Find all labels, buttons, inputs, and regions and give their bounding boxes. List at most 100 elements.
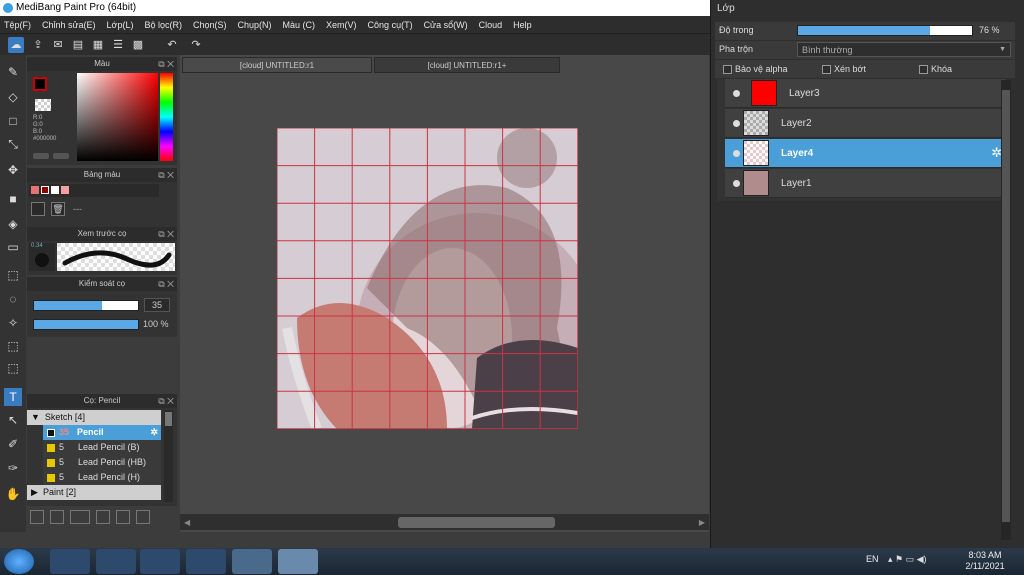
menu-window[interactable]: Cửa sổ(W) (424, 20, 468, 30)
menu-edit[interactable]: Chỉnh sửa(E) (42, 20, 96, 30)
hue-slider[interactable] (160, 73, 173, 161)
color-mode-button[interactable] (33, 153, 49, 159)
app-green-icon[interactable] (186, 549, 226, 574)
clipping-checkbox[interactable] (822, 65, 831, 74)
lock-checkbox[interactable] (919, 65, 928, 74)
medibang-taskbar-icon[interactable] (278, 549, 318, 574)
close-icon[interactable]: ⧉ ✕ (158, 57, 174, 71)
primary-color-swatch[interactable] (33, 77, 47, 91)
brush-list-scrollbar[interactable] (164, 410, 173, 502)
palette-swatch[interactable] (51, 186, 59, 194)
media-player-icon[interactable] (140, 549, 180, 574)
menu-layer[interactable]: Lớp(L) (107, 20, 134, 30)
brush-tool-icon[interactable]: ✎ (4, 63, 22, 81)
eyedropper-icon[interactable]: ✐ (4, 435, 22, 453)
layer-row-layer3[interactable]: Layer3 (725, 79, 1006, 108)
menu-select[interactable]: Chọn(S) (193, 20, 227, 30)
layer-opacity-slider[interactable] (797, 25, 973, 36)
brush-item[interactable]: 5 Lead Pencil (HB) (43, 455, 161, 470)
select-eraser-icon[interactable]: ⬚ (4, 359, 22, 377)
folder-icon[interactable] (116, 510, 130, 524)
new-brush-icon[interactable] (50, 510, 64, 524)
scrollbar-thumb[interactable] (398, 517, 555, 528)
palette-swatch[interactable] (41, 186, 49, 194)
cloud-upload-icon[interactable] (30, 510, 44, 524)
page-icon[interactable]: ▦ (90, 37, 106, 53)
eye-icon[interactable] (733, 90, 740, 97)
gear-icon[interactable]: ✲ (150, 425, 158, 440)
scroll-right-icon[interactable]: ▶ (699, 518, 705, 527)
ie-icon[interactable] (50, 549, 90, 574)
magic-wand-icon[interactable]: ✧ (4, 314, 22, 332)
layers-scrollbar[interactable] (1001, 80, 1011, 540)
text-tool-icon[interactable]: T (4, 388, 22, 406)
canvas-artwork[interactable] (277, 128, 578, 429)
rectangle-tool-icon[interactable]: □ (4, 112, 22, 130)
dot-tool-icon[interactable]: ⤡ (4, 135, 22, 153)
brush-group-sketch[interactable]: ▼ Sketch [4] (27, 410, 161, 425)
saturation-value-picker[interactable] (77, 73, 158, 161)
menu-file[interactable]: Tệp(F) (4, 20, 31, 30)
close-icon[interactable]: ⧉ ✕ (158, 168, 174, 182)
brush-group-paint[interactable]: ▶ Paint [2] (27, 485, 161, 500)
fill-rect-tool-icon[interactable]: ■ (4, 190, 22, 208)
horizontal-scrollbar[interactable]: ◀ ▶ (180, 514, 709, 530)
brush-opacity-slider[interactable] (33, 319, 139, 330)
undo-icon[interactable]: ↶ (164, 37, 180, 53)
tab-document-1[interactable]: [cloud] UNTITLED:r1 (182, 57, 372, 73)
delete-palette-icon[interactable]: 🗑 (51, 202, 65, 216)
grid-icon[interactable]: ▩ (130, 37, 146, 53)
lasso-icon[interactable]: ◌ (4, 290, 22, 308)
operation-tool-icon[interactable]: ↖ (4, 411, 22, 429)
close-icon[interactable]: ⧉ ✕ (158, 394, 174, 408)
eye-icon[interactable] (733, 120, 740, 127)
gradient-tool-icon[interactable]: ▭ (4, 238, 22, 256)
dropper-icon[interactable]: ✑ (4, 459, 22, 477)
menu-color[interactable]: Màu (C) (283, 20, 316, 30)
cloud-icon[interactable]: ☁ (8, 37, 24, 53)
bucket-tool-icon[interactable]: ◈ (4, 215, 22, 233)
duplicate-icon[interactable] (136, 510, 150, 524)
list-icon[interactable]: ☰ (110, 37, 126, 53)
language-indicator[interactable]: EN (866, 554, 879, 564)
clock[interactable]: 8:03 AM 2/11/2021 (960, 550, 1010, 572)
layer-row-layer1[interactable]: Layer1 (725, 169, 1006, 198)
eye-icon[interactable] (733, 180, 740, 187)
close-icon[interactable]: ⧉ ✕ (158, 277, 174, 291)
color-mode-button-2[interactable] (53, 153, 69, 159)
menu-capture[interactable]: Chụp(N) (238, 20, 272, 30)
palette-swatch[interactable] (31, 186, 39, 194)
tray-icons[interactable]: ▴ ⚑ ▭ ◀) (888, 554, 927, 565)
close-icon[interactable]: ⧉ ✕ (158, 227, 174, 241)
chrome-icon[interactable] (232, 549, 272, 574)
palette-swatch[interactable] (61, 186, 69, 194)
add-brush-dropdown-icon[interactable] (70, 510, 90, 524)
protect-alpha-checkbox[interactable] (723, 65, 732, 74)
brush-item[interactable]: 5 Lead Pencil (H) (43, 470, 161, 485)
brush-size-slider[interactable] (33, 300, 139, 311)
upload-icon[interactable]: ⇪ (30, 37, 46, 53)
brush-item[interactable]: 5 Lead Pencil (B) (43, 440, 161, 455)
menu-tools[interactable]: Công cụ(T) (368, 20, 413, 30)
blend-mode-select[interactable]: Bình thường ▼ (797, 42, 1011, 57)
scroll-left-icon[interactable]: ◀ (184, 518, 190, 527)
move-tool-icon[interactable]: ✥ (4, 161, 22, 179)
select-rect-icon[interactable]: ⬚ (4, 266, 22, 284)
brush-item-pencil[interactable]: 35 Pencil ✲ (43, 425, 161, 440)
eraser-tool-icon[interactable]: ◇ (4, 88, 22, 106)
hand-tool-icon[interactable]: ✋ (4, 485, 22, 503)
tab-document-2[interactable]: [cloud] UNTITLED:r1+ (374, 57, 560, 73)
menu-view[interactable]: Xem(V) (326, 20, 357, 30)
start-button-icon[interactable] (4, 549, 34, 574)
layer-row-layer4-selected[interactable]: Layer4 ✲ (725, 139, 1006, 168)
select-pen-icon[interactable]: ⬚ (4, 337, 22, 355)
menu-cloud[interactable]: Cloud (479, 20, 503, 30)
transparent-swatch[interactable] (35, 99, 51, 111)
menu-help[interactable]: Help (513, 20, 532, 30)
chat-icon[interactable]: ✉ (50, 37, 66, 53)
layer-row-layer2[interactable]: Layer2 (725, 109, 1006, 138)
redo-icon[interactable]: ↷ (188, 37, 204, 53)
copy-brush-icon[interactable] (96, 510, 110, 524)
brush-size-value[interactable]: 35 (144, 298, 170, 312)
eye-icon[interactable] (733, 150, 740, 157)
